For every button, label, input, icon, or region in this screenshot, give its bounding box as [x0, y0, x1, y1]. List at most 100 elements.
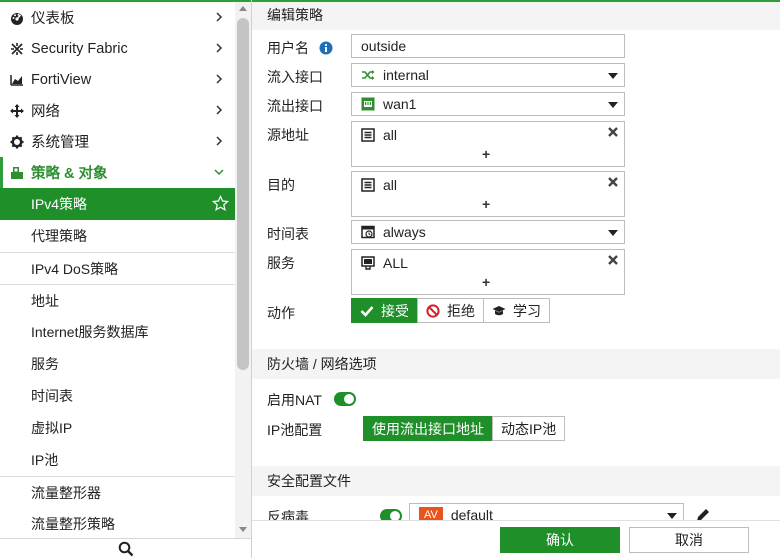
- add-plus-icon[interactable]: +: [482, 196, 490, 212]
- fortiview-icon: [10, 73, 24, 87]
- schedule-icon: [361, 225, 375, 239]
- ok-button[interactable]: 确认: [500, 527, 620, 553]
- sidebar-subitem-proxy-policy[interactable]: 代理策略: [0, 220, 235, 252]
- remove-x-icon[interactable]: [607, 254, 619, 266]
- sidebar-item-dashboard[interactable]: 仪表板: [0, 2, 235, 33]
- star-icon[interactable]: [212, 195, 229, 212]
- port-icon: [361, 97, 375, 111]
- sidebar-item-label: 系统管理: [31, 135, 89, 151]
- ip-pool-label: IP池配置: [267, 422, 323, 438]
- incoming-interface-value: internal: [383, 67, 429, 83]
- sidebar-subitem-schedules[interactable]: 时间表: [0, 380, 235, 412]
- name-label: 用户名: [267, 40, 309, 56]
- sidebar-subitem-ipv4-policy[interactable]: IPv4策略: [0, 188, 235, 220]
- sidebar-subitem-traffic-shaping-policy[interactable]: 流量整形策略: [0, 508, 235, 540]
- header-top-line: [252, 0, 780, 2]
- section-header-firewall-options: 防火墙 / 网络选项: [252, 349, 780, 379]
- sidebar-item-security-fabric[interactable]: Security Fabric: [0, 33, 235, 64]
- chevron-down-icon: [214, 169, 224, 176]
- ip-pool-dynamic-button[interactable]: 动态IP池: [492, 416, 566, 441]
- incoming-interface-label: 流入接口: [267, 69, 323, 85]
- name-label-row: 用户名: [267, 38, 333, 58]
- section-header-edit-policy: 编辑策略: [252, 0, 780, 30]
- sidebar-item-fortiview[interactable]: FortiView: [0, 64, 235, 95]
- add-plus-icon[interactable]: +: [482, 274, 490, 290]
- section-title: 防火墙 / 网络选项: [267, 356, 377, 372]
- sidebar-subitem-ipv4-dos-policy[interactable]: IPv4 DoS策略: [0, 252, 235, 284]
- schedule-select[interactable]: always: [351, 220, 625, 244]
- security-fabric-icon: [10, 42, 24, 56]
- source-address-value: all: [383, 127, 398, 143]
- chevron-right-icon: [216, 74, 223, 84]
- service-field[interactable]: ALL +: [351, 249, 625, 295]
- schedule-label: 时间表: [267, 226, 309, 242]
- section-title: 安全配置文件: [267, 473, 351, 489]
- sidebar-item-policy-objects[interactable]: 策略 & 对象: [0, 157, 235, 188]
- action-label: 动作: [267, 305, 295, 321]
- sidebar: 仪表板 Security Fabric FortiView 网络 系统管理 策略…: [0, 0, 252, 558]
- search-icon: [118, 541, 133, 556]
- policy-icon: [10, 166, 24, 180]
- sidebar-item-label: FortiView: [31, 71, 92, 88]
- service-icon: [361, 256, 375, 270]
- sidebar-subitem-traffic-shapers[interactable]: 流量整形器: [0, 476, 235, 508]
- deny-circle-icon: [426, 303, 440, 318]
- section-title: 编辑策略: [267, 7, 323, 23]
- action-deny-button[interactable]: 拒绝: [417, 298, 484, 323]
- sidebar-search-button[interactable]: [0, 538, 251, 558]
- scroll-up-arrow-icon[interactable]: [239, 6, 247, 11]
- outgoing-interface-label: 流出接口: [267, 98, 323, 114]
- add-plus-icon[interactable]: +: [482, 146, 490, 162]
- destination-entry: all: [361, 177, 397, 193]
- policy-edit-panel: 编辑策略 用户名 outside 流入接口 internal 流出接口 wan1…: [252, 0, 780, 558]
- sidebar-subitem-label: IPv4 DoS策略: [31, 260, 119, 277]
- action-button-group: 接受 拒绝 学习: [351, 298, 550, 323]
- cancel-button[interactable]: 取消: [629, 527, 749, 553]
- scroll-down-arrow-icon[interactable]: [239, 527, 247, 532]
- sidebar-subitem-label: 流量整形器: [31, 484, 101, 501]
- outgoing-interface-select[interactable]: wan1: [351, 92, 625, 116]
- sidebar-subitem-services[interactable]: 服务: [0, 348, 235, 380]
- destination-field[interactable]: all +: [351, 171, 625, 217]
- sidebar-scrollbar[interactable]: [235, 2, 251, 538]
- dropdown-caret-icon: [608, 230, 618, 236]
- incoming-interface-select[interactable]: internal: [351, 63, 625, 87]
- nat-toggle[interactable]: [334, 392, 356, 406]
- ip-pool-button-group: 使用流出接口地址 动态IP池: [363, 416, 566, 441]
- sidebar-subitem-ip-pools[interactable]: IP池: [0, 444, 235, 476]
- sidebar-item-network[interactable]: 网络: [0, 95, 235, 126]
- sidebar-subitem-label: 时间表: [31, 388, 73, 404]
- sidebar-subitem-label: 服务: [31, 356, 59, 372]
- sidebar-subitem-label: 代理策略: [31, 228, 87, 244]
- name-input[interactable]: outside: [351, 34, 625, 58]
- nat-label: 启用NAT: [267, 392, 322, 408]
- graduation-cap-icon: [492, 304, 506, 318]
- sidebar-subitem-internet-service-db[interactable]: Internet服务数据库: [0, 316, 235, 348]
- remove-x-icon[interactable]: [607, 176, 619, 188]
- chevron-right-icon: [216, 43, 223, 53]
- sidebar-subitem-addresses[interactable]: 地址: [0, 284, 235, 316]
- action-accept-button[interactable]: 接受: [351, 298, 418, 323]
- source-address-field[interactable]: all +: [351, 121, 625, 167]
- chevron-right-icon: [216, 12, 223, 22]
- sidebar-item-system[interactable]: 系统管理: [0, 126, 235, 157]
- action-learn-label: 学习: [513, 302, 541, 319]
- sidebar-item-label: Security Fabric: [31, 40, 128, 57]
- info-icon[interactable]: [319, 41, 333, 55]
- action-learn-button[interactable]: 学习: [483, 298, 550, 323]
- source-address-entry: all: [361, 127, 397, 143]
- ip-pool-outgoing-interface-button[interactable]: 使用流出接口地址: [363, 416, 493, 441]
- dropdown-caret-icon: [667, 513, 677, 519]
- dashboard-icon: [10, 11, 24, 25]
- remove-x-icon[interactable]: [607, 126, 619, 138]
- sidebar-subitem-label: IP池: [31, 452, 59, 468]
- dropdown-caret-icon: [608, 102, 618, 108]
- scrollbar-thumb[interactable]: [237, 18, 249, 370]
- sidebar-nav: 仪表板 Security Fabric FortiView 网络 系统管理 策略…: [0, 2, 235, 540]
- service-entry: ALL: [361, 255, 408, 271]
- sidebar-item-label: 网络: [31, 104, 60, 120]
- sidebar-item-label: 策略 & 对象: [31, 166, 108, 182]
- action-deny-label: 拒绝: [447, 302, 475, 319]
- sidebar-subitem-virtual-ip[interactable]: 虚拟IP: [0, 412, 235, 444]
- destination-value: all: [383, 177, 398, 193]
